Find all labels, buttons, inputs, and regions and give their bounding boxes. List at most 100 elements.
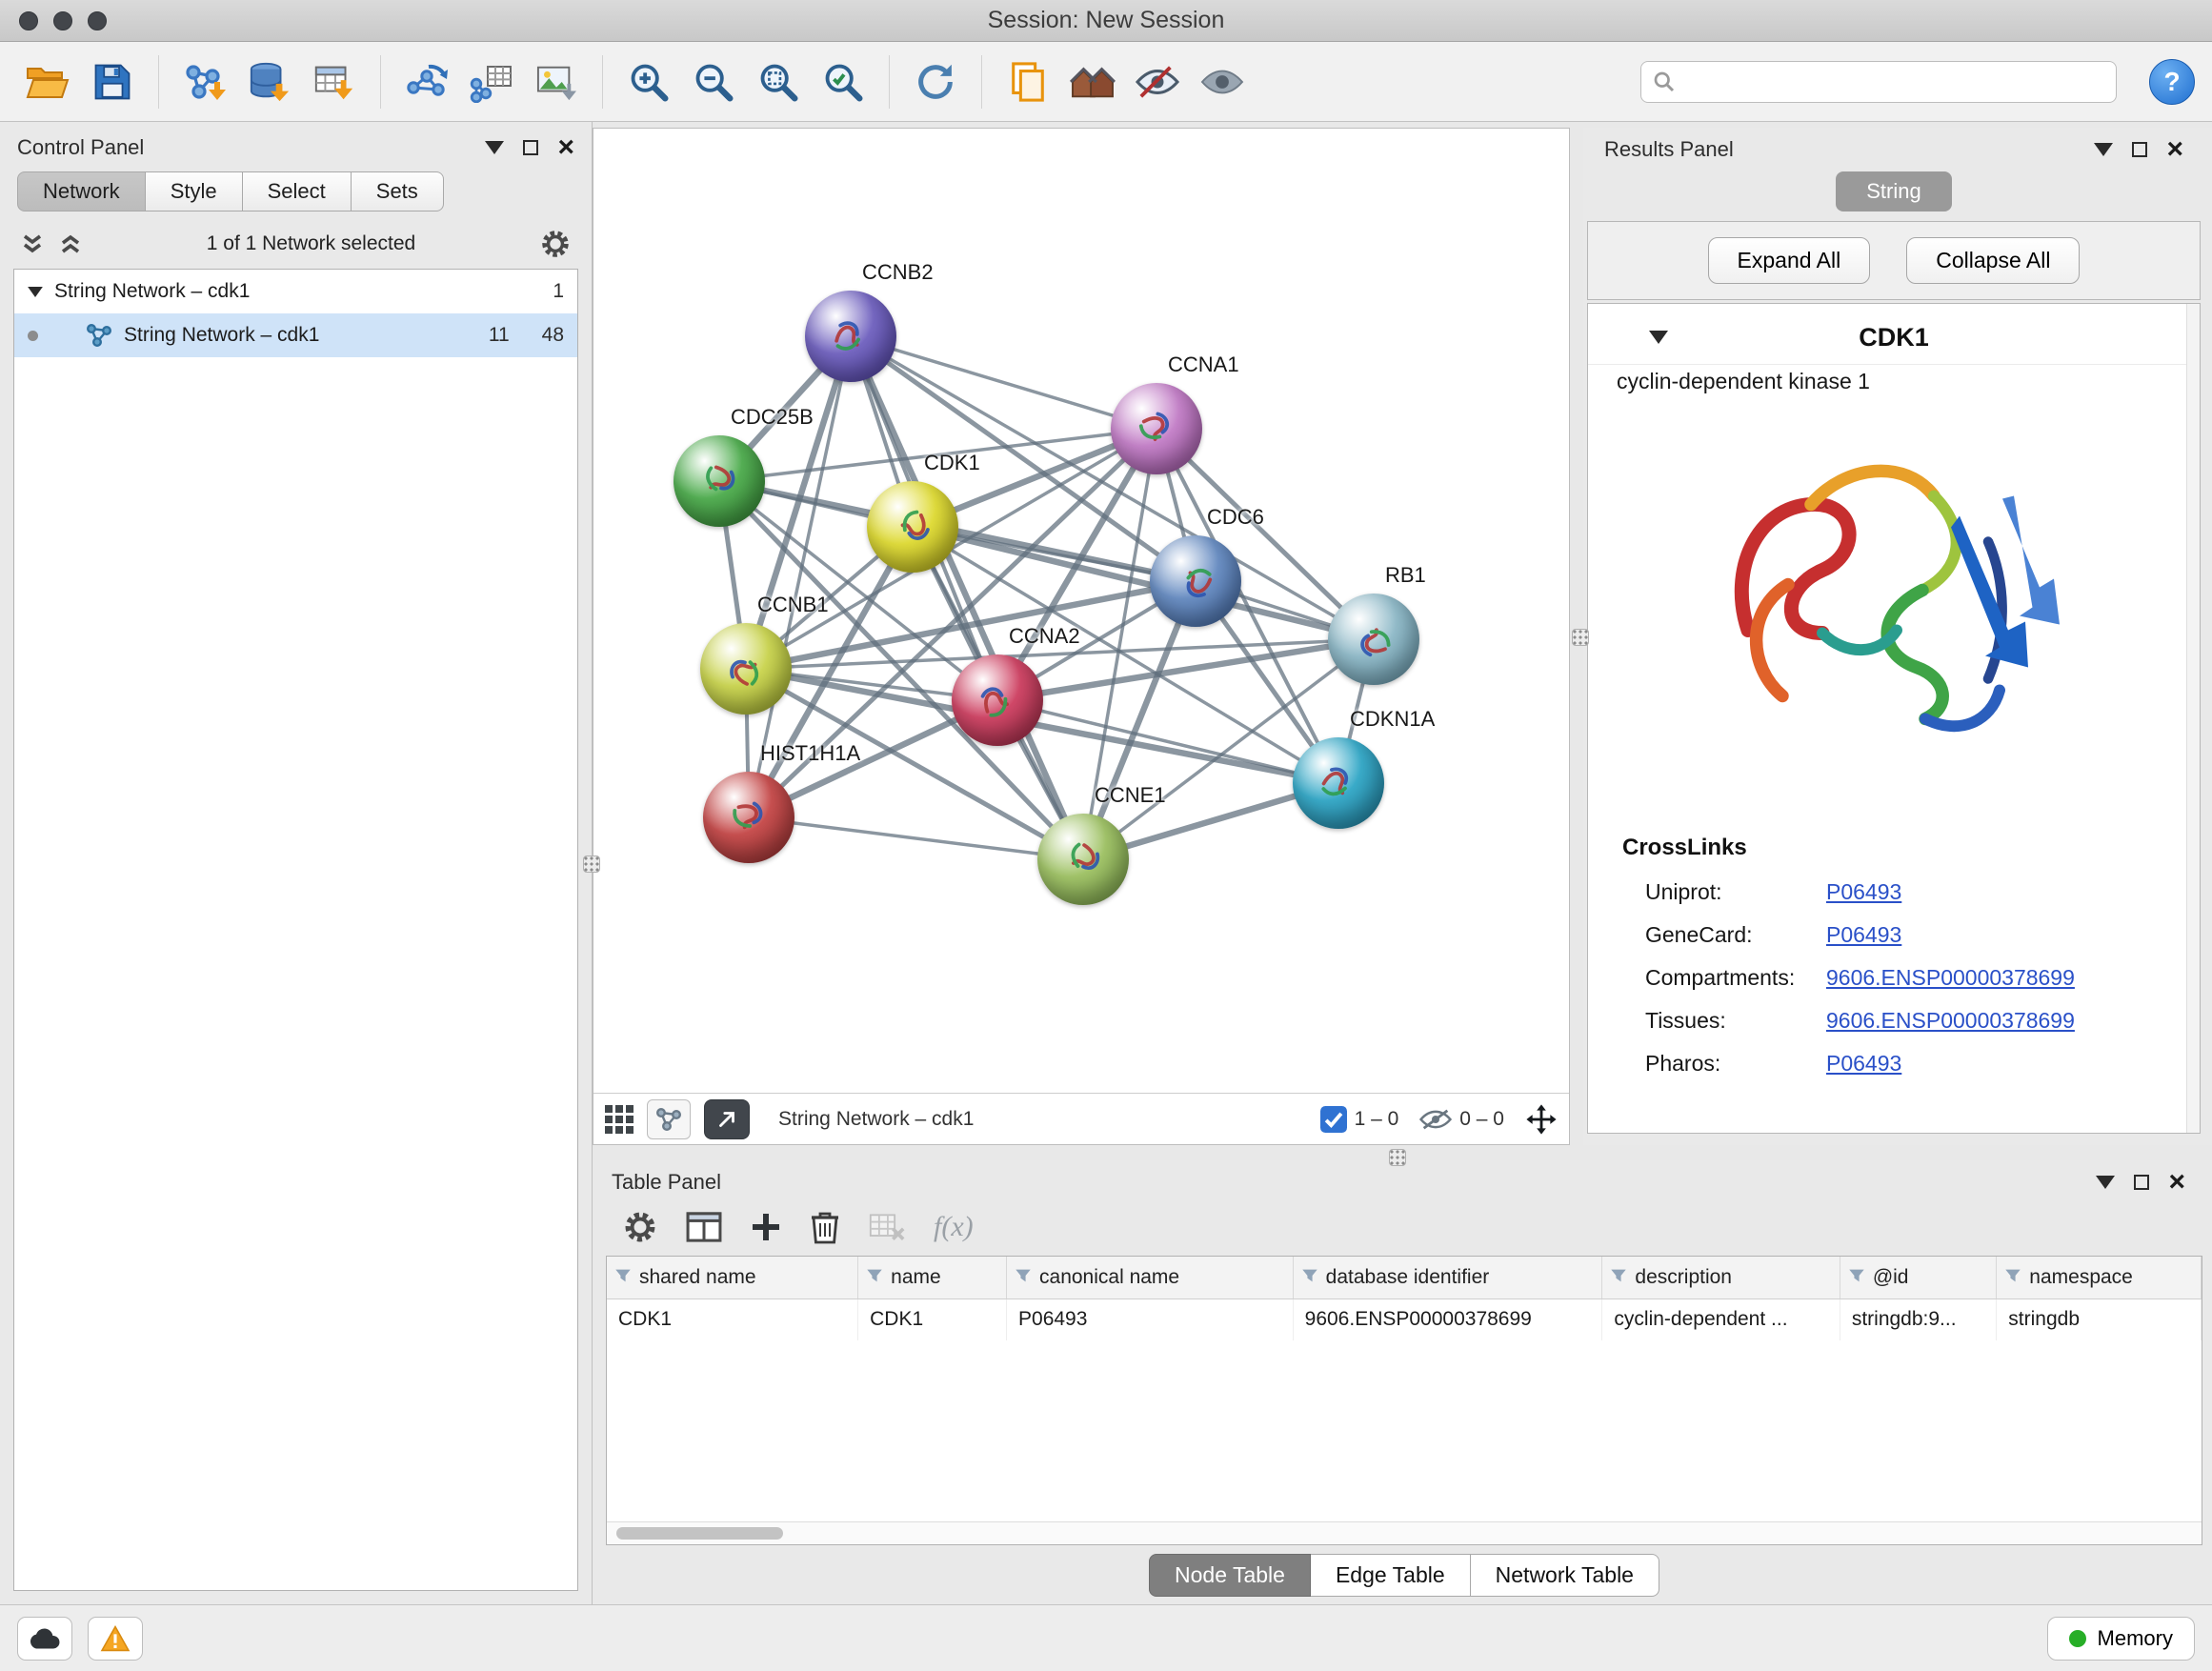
network-overview-button[interactable] — [647, 1099, 691, 1139]
function-builder-button[interactable]: f(x) — [934, 1211, 974, 1243]
network-node-ccnb2[interactable] — [805, 291, 896, 382]
scrollbar-thumb[interactable] — [616, 1527, 783, 1540]
column-header-database-identifier[interactable]: database identifier — [1293, 1257, 1602, 1299]
network-node-cdc25b[interactable] — [674, 435, 765, 527]
table-horizontal-scrollbar[interactable] — [607, 1521, 2202, 1544]
import-network-from-database-button[interactable] — [239, 51, 300, 112]
network-options-button[interactable] — [540, 229, 571, 259]
splitter-handle[interactable] — [583, 856, 600, 873]
control-panel-undock-button[interactable] — [523, 140, 538, 155]
network-node-rb1[interactable] — [1328, 594, 1419, 685]
tab-node-table[interactable]: Node Table — [1149, 1554, 1311, 1597]
hide-annotations-button[interactable] — [1127, 51, 1188, 112]
detach-view-button[interactable] — [704, 1099, 750, 1139]
splitter-handle[interactable] — [1572, 629, 1589, 646]
column-header-description[interactable]: description — [1602, 1257, 1840, 1299]
home-button[interactable] — [1062, 51, 1123, 112]
window-zoom-button[interactable] — [88, 11, 107, 30]
column-header-shared-name[interactable]: shared name — [607, 1257, 858, 1299]
network-from-table-button[interactable] — [461, 51, 522, 112]
network-row[interactable]: String Network – cdk1 11 48 — [14, 313, 577, 357]
copy-button[interactable] — [997, 51, 1058, 112]
collapse-triangle-icon[interactable] — [1649, 331, 1668, 344]
tab-sets[interactable]: Sets — [352, 171, 444, 211]
open-session-button[interactable] — [17, 51, 78, 112]
import-network-from-file-button[interactable] — [174, 51, 235, 112]
window-close-button[interactable] — [19, 11, 38, 30]
network-node-hist1h1a[interactable] — [703, 772, 794, 863]
zoom-selected-button[interactable] — [813, 51, 874, 112]
memory-button[interactable]: Memory — [2047, 1617, 2195, 1661]
crosslink-label: Uniprot: — [1645, 879, 1826, 905]
grid-view-button[interactable] — [605, 1105, 633, 1134]
show-columns-button[interactable] — [686, 1212, 722, 1242]
delete-column-button[interactable] — [810, 1210, 840, 1244]
network-node-ccna2[interactable] — [952, 654, 1043, 746]
network-node-cdkn1a[interactable] — [1293, 737, 1384, 829]
expand-all-button[interactable] — [59, 232, 82, 255]
delete-table-button[interactable] — [869, 1212, 905, 1242]
crosslink-link[interactable]: P06493 — [1826, 879, 1901, 905]
window-minimize-button[interactable] — [53, 11, 72, 30]
table-row[interactable]: CDK1CDK1P064939606.ENSP00000378699cyclin… — [607, 1299, 2202, 1340]
show-annotations-button[interactable] — [1192, 51, 1253, 112]
network-edge[interactable] — [851, 336, 1156, 429]
column-header-@id[interactable]: @id — [1840, 1257, 1996, 1299]
tab-string[interactable]: String — [1836, 171, 1951, 211]
warnings-button[interactable] — [88, 1617, 143, 1661]
table-panel-close-button[interactable]: × — [2168, 1168, 2185, 1197]
results-panel-float-button[interactable] — [2094, 143, 2113, 156]
apply-layout-button[interactable] — [905, 51, 966, 112]
network-node-cdc6[interactable] — [1150, 535, 1241, 627]
hidden-eye-icon[interactable] — [1419, 1107, 1452, 1132]
zoom-out-button[interactable] — [683, 51, 744, 112]
network-node-ccne1[interactable] — [1037, 814, 1129, 905]
tab-network[interactable]: Network — [17, 171, 146, 211]
navigate-mode-button[interactable] — [1525, 1103, 1558, 1136]
column-header-name[interactable]: name — [858, 1257, 1007, 1299]
zoom-in-button[interactable] — [618, 51, 679, 112]
control-panel-float-button[interactable] — [485, 141, 504, 154]
table-scroll-area[interactable]: shared namenamecanonical namedatabase id… — [607, 1257, 2202, 1521]
clone-network-button[interactable] — [396, 51, 457, 112]
selected-checkbox-icon[interactable] — [1320, 1106, 1347, 1133]
network-canvas[interactable]: CCNB2CCNA1CDC25BCDK1CDC6RB1CCNB1CCNA2CDK… — [593, 129, 1569, 1093]
collapse-all-button[interactable] — [21, 232, 44, 255]
gene-header[interactable]: CDK1 — [1588, 304, 2200, 365]
expand-all-results-button[interactable]: Expand All — [1708, 237, 1871, 284]
column-header-namespace[interactable]: namespace — [1997, 1257, 2202, 1299]
network-collection-row[interactable]: String Network – cdk1 1 — [14, 270, 577, 313]
table-panel-float-button[interactable] — [2096, 1176, 2115, 1189]
results-panel-undock-button[interactable] — [2132, 142, 2147, 157]
create-column-button[interactable] — [751, 1212, 781, 1242]
splitter-handle[interactable] — [1389, 1149, 1406, 1166]
tab-edge-table[interactable]: Edge Table — [1311, 1554, 1471, 1597]
table-panel-undock-button[interactable] — [2134, 1175, 2149, 1190]
help-button[interactable]: ? — [2149, 59, 2195, 105]
search-input[interactable] — [1685, 70, 2104, 94]
network-node-ccnb1[interactable] — [700, 623, 792, 715]
save-session-button[interactable] — [82, 51, 143, 112]
tree-expand-triangle-icon[interactable] — [28, 287, 43, 297]
column-header-canonical-name[interactable]: canonical name — [1007, 1257, 1294, 1299]
export-image-button[interactable] — [526, 51, 587, 112]
results-panel-close-button[interactable]: × — [2166, 135, 2183, 164]
network-edge[interactable] — [749, 817, 1083, 859]
network-node-ccna1[interactable] — [1111, 383, 1202, 474]
crosslink-link[interactable]: 9606.ENSP00000378699 — [1826, 965, 2075, 991]
tab-style[interactable]: Style — [146, 171, 243, 211]
zoom-fit-button[interactable] — [748, 51, 809, 112]
control-panel-close-button[interactable]: × — [557, 133, 574, 162]
network-node-cdk1[interactable] — [867, 481, 958, 573]
network-edge[interactable] — [851, 336, 1083, 859]
collapse-all-results-button[interactable]: Collapse All — [1906, 237, 2080, 284]
import-table-from-file-button[interactable] — [304, 51, 365, 112]
crosslink-link[interactable]: P06493 — [1826, 1051, 1901, 1077]
tab-select[interactable]: Select — [243, 171, 352, 211]
table-options-button[interactable] — [623, 1210, 657, 1244]
tab-network-table[interactable]: Network Table — [1471, 1554, 1659, 1597]
results-scrollbar[interactable] — [2186, 304, 2200, 1133]
crosslink-link[interactable]: P06493 — [1826, 922, 1901, 948]
cloud-status-button[interactable] — [17, 1617, 72, 1661]
crosslink-link[interactable]: 9606.ENSP00000378699 — [1826, 1008, 2075, 1034]
